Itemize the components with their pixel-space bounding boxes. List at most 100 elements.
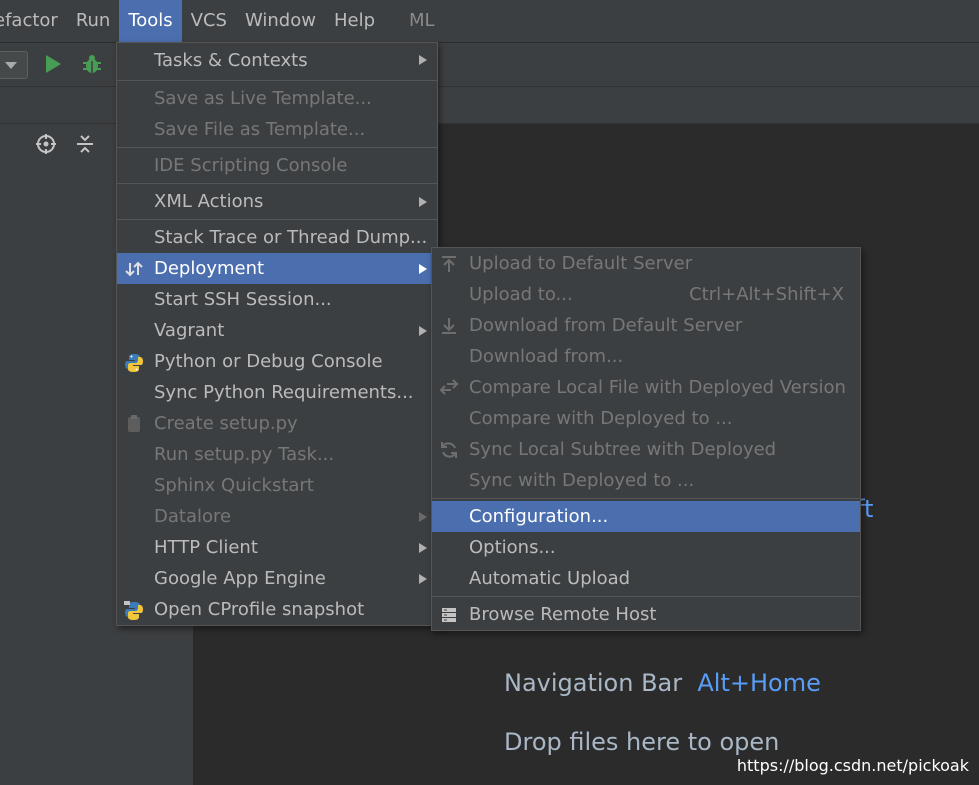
menu-item-label: Open CProfile snapshot [154, 599, 365, 620]
menu-item-label: Sync Local Subtree with Deployed [469, 439, 777, 460]
menu-item-python-console[interactable]: Python or Debug Console [117, 346, 437, 377]
watermark-text: https://blog.csdn.net/pickoak [736, 756, 969, 775]
menu-separator [432, 498, 860, 499]
menu-item-browse-remote-host[interactable]: Browse Remote Host [432, 599, 860, 630]
submenu-arrow-icon [419, 197, 427, 207]
menu-item-label: Sync with Deployed to ... [469, 470, 695, 491]
menu-item-ide-scripting-console[interactable]: IDE Scripting Console [117, 150, 437, 181]
menu-item-label: IDE Scripting Console [154, 155, 348, 176]
menu-item-save-file-template[interactable]: Save File as Template... [117, 114, 437, 145]
menu-item-compare-deployed-to[interactable]: Compare with Deployed to ... [432, 403, 860, 434]
submenu-arrow-icon [419, 543, 427, 553]
menu-separator [117, 80, 437, 81]
download-icon [442, 318, 456, 334]
menu-item-google-app-engine[interactable]: Google App Engine [117, 563, 437, 594]
menu-item-start-ssh[interactable]: Start SSH Session... [117, 284, 437, 315]
tools-menu: Tasks & Contexts Save as Live Template..… [116, 42, 438, 626]
menu-item-label: Automatic Upload [469, 568, 631, 589]
menu-item-http-client[interactable]: HTTP Client [117, 532, 437, 563]
menu-separator [117, 219, 437, 220]
menu-item-create-setup-py[interactable]: Create setup.py [117, 408, 437, 439]
menu-item-configuration[interactable]: Configuration... [432, 501, 860, 532]
submenu-arrow-icon [419, 264, 427, 274]
menu-item-download-default-server[interactable]: Download from Default Server [432, 310, 860, 341]
menu-item-label: Datalore [154, 506, 232, 527]
menu-item-label: HTTP Client [154, 537, 258, 558]
menu-item-tasks-contexts[interactable]: Tasks & Contexts [117, 43, 437, 78]
menu-item-download-from[interactable]: Download from... [432, 341, 860, 372]
menu-item-sync-local-subtree[interactable]: Sync Local Subtree with Deployed [432, 434, 860, 465]
menu-item-upload-to[interactable]: Upload to... Ctrl+Alt+Shift+X [432, 279, 860, 310]
run-config-dropdown[interactable] [0, 51, 28, 79]
navigation-bar-hint: Navigation Bar Alt+Home [504, 669, 821, 697]
menu-item-sync-python-requirements[interactable]: Sync Python Requirements... [117, 377, 437, 408]
menu-item-run-setup-py-task[interactable]: Run setup.py Task... [117, 439, 437, 470]
drop-files-hint: Drop files here to open [504, 728, 780, 756]
menu-tools[interactable]: Tools [119, 0, 182, 42]
menu-separator [117, 183, 437, 184]
menu-separator [432, 596, 860, 597]
menu-item-label: Configuration... [469, 506, 609, 527]
menu-item-label: Tasks & Contexts [154, 50, 308, 71]
compare-icon [439, 379, 459, 395]
menu-item-label: Compare Local File with Deployed Version [469, 377, 846, 398]
python-icon [125, 354, 143, 372]
menu-item-label: Vagrant [154, 320, 225, 341]
chevron-down-icon [5, 62, 17, 69]
menu-item-save-live-template[interactable]: Save as Live Template... [117, 83, 437, 114]
menu-item-label: Save File as Template... [154, 119, 366, 140]
menu-item-label: Upload to Default Server [469, 253, 693, 274]
menu-help[interactable]: Help [325, 0, 384, 42]
menu-item-deployment[interactable]: Deployment [117, 253, 437, 284]
collapse-all-icon[interactable] [74, 133, 96, 155]
locate-target-icon[interactable] [35, 133, 57, 155]
submenu-arrow-icon [419, 512, 427, 522]
menu-item-compare-local-file[interactable]: Compare Local File with Deployed Version [432, 372, 860, 403]
deployment-submenu: Upload to Default Server Upload to... Ct… [431, 247, 861, 631]
menu-item-label: Sync Python Requirements... [154, 382, 414, 403]
cprofile-icon [124, 601, 143, 620]
upload-to-shortcut: Ctrl+Alt+Shift+X [689, 284, 844, 305]
setup-py-icon [128, 415, 140, 432]
menu-refactor[interactable]: efactor [0, 0, 67, 42]
deployment-icon [125, 261, 143, 277]
menu-item-label: Deployment [154, 258, 265, 279]
menu-item-stack-trace[interactable]: Stack Trace or Thread Dump... [117, 222, 437, 253]
menu-item-label: Options... [469, 537, 556, 558]
submenu-arrow-icon [419, 55, 427, 65]
menu-item-xml-actions[interactable]: XML Actions [117, 186, 437, 217]
menu-item-options[interactable]: Options... [432, 532, 860, 563]
upload-icon [442, 256, 456, 272]
submenu-arrow-icon [419, 574, 427, 584]
menu-item-label: Start SSH Session... [154, 289, 332, 310]
run-icon[interactable] [46, 55, 61, 73]
menu-item-sync-deployed-to[interactable]: Sync with Deployed to ... [432, 465, 860, 496]
menubar-extra-label: ML [409, 10, 435, 31]
menu-window[interactable]: Window [236, 0, 325, 42]
submenu-arrow-icon [419, 326, 427, 336]
menu-item-label: Browse Remote Host [469, 604, 657, 625]
menu-item-label: Run setup.py Task... [154, 444, 335, 465]
menu-item-sphinx-quickstart[interactable]: Sphinx Quickstart [117, 470, 437, 501]
sync-icon [441, 442, 457, 458]
menu-run[interactable]: Run [67, 0, 120, 42]
menu-item-upload-default-server[interactable]: Upload to Default Server [432, 248, 860, 279]
menu-item-label: Download from Default Server [469, 315, 743, 336]
server-icon [442, 608, 456, 622]
menu-item-label: Stack Trace or Thread Dump... [154, 227, 428, 248]
menu-item-label: Google App Engine [154, 568, 326, 589]
menu-item-vagrant[interactable]: Vagrant [117, 315, 437, 346]
menu-separator [117, 147, 437, 148]
menu-item-label: Download from... [469, 346, 624, 367]
menu-item-open-cprofile[interactable]: Open CProfile snapshot [117, 594, 437, 625]
debug-bug-icon[interactable] [80, 52, 104, 76]
menu-item-automatic-upload[interactable]: Automatic Upload [432, 563, 860, 594]
navigation-bar-shortcut: Alt+Home [697, 669, 821, 697]
menu-vcs[interactable]: VCS [182, 0, 236, 42]
menu-item-label: XML Actions [154, 191, 264, 212]
main-menubar: efactor Run Tools VCS Window Help ML [0, 0, 979, 43]
menu-item-label: Create setup.py [154, 413, 298, 434]
menu-item-datalore[interactable]: Datalore [117, 501, 437, 532]
navigation-bar-label: Navigation Bar [504, 669, 683, 697]
menu-item-label: Upload to... [469, 284, 573, 305]
